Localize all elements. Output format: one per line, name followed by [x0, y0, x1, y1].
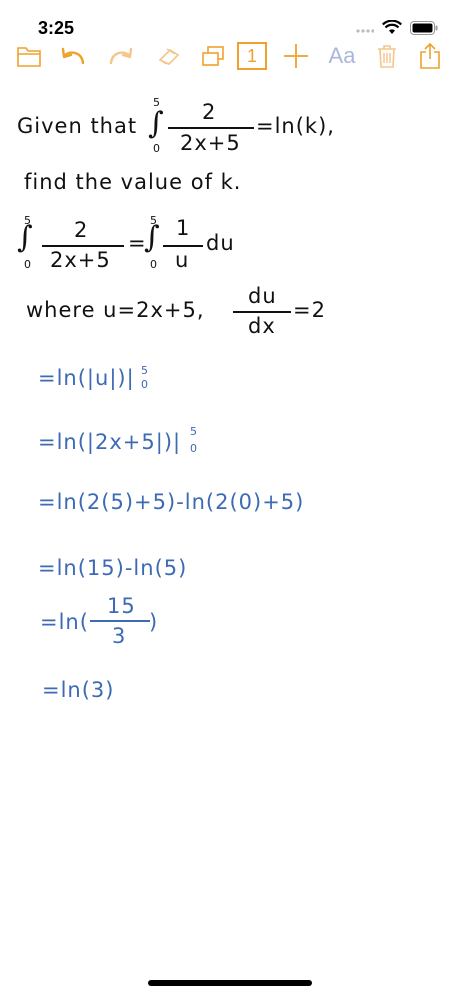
step-2-upper: 5 [190, 425, 197, 438]
int-a-lower: 0 [24, 258, 31, 271]
page-number: 1 [237, 42, 267, 70]
folder-icon [17, 47, 41, 67]
signal-icon [356, 28, 374, 33]
undo-icon [61, 47, 85, 65]
step-1-upper: 5 [141, 364, 148, 377]
delete-button[interactable] [371, 40, 403, 72]
frac-a-line [42, 245, 124, 247]
integral-sign-1: ∫ [148, 106, 164, 141]
pages-icon [202, 46, 224, 66]
page-number-button[interactable]: 1 [236, 40, 268, 72]
du-dx-line [233, 311, 291, 313]
step-1: =ln(|u|)| [38, 366, 135, 390]
trash-icon [378, 45, 396, 68]
equals-two: =2 [293, 298, 326, 322]
step-4: =ln(15)-ln(5) [38, 556, 188, 580]
step-2-lower: 0 [190, 442, 197, 455]
font-label: Aa [328, 43, 356, 68]
step-5-denominator: 3 [112, 624, 127, 648]
battery-icon [410, 20, 438, 35]
wifi-icon [382, 20, 402, 34]
frac-a-denominator: 2x+5 [50, 248, 111, 272]
step-5-line [90, 620, 150, 622]
given-text: Given that [17, 114, 138, 138]
equals-ln-k: =ln(k), [256, 114, 335, 138]
int1-upper: 5 [153, 96, 160, 109]
int-b-upper: 5 [150, 214, 157, 227]
status-icons [356, 20, 438, 35]
undo-button[interactable] [57, 40, 89, 72]
du-numerator: du [248, 284, 277, 308]
share-icon [420, 43, 440, 69]
frac-b-denominator: u [175, 248, 190, 272]
eraser-button[interactable] [153, 40, 185, 72]
plus-icon [284, 44, 308, 68]
step-1-lower: 0 [141, 378, 148, 391]
font-button[interactable]: Aa [325, 40, 359, 72]
frac1-line [168, 127, 254, 129]
add-page-button[interactable] [280, 40, 312, 72]
frac1-numerator: 2 [202, 100, 217, 124]
find-text: find the value of k. [24, 170, 242, 194]
du-text: du [206, 231, 235, 255]
step-6: =ln(3) [42, 678, 115, 702]
redo-button[interactable] [105, 40, 137, 72]
share-button[interactable] [414, 40, 446, 72]
pages-button[interactable] [197, 40, 229, 72]
status-time: 3:25 [38, 18, 75, 38]
int-b-lower: 0 [150, 258, 157, 271]
where-text: where u=2x+5, [26, 298, 205, 322]
step-3: =ln(2(5)+5)-ln(2(0)+5) [38, 490, 305, 514]
step-5-numerator: 15 [107, 594, 136, 618]
frac-b-numerator: 1 [176, 216, 191, 240]
frac1-denominator: 2x+5 [180, 131, 241, 155]
frac-a-numerator: 2 [74, 218, 89, 242]
dx-denominator: dx [248, 314, 276, 338]
step-5-suffix: ) [149, 610, 159, 634]
folder-button[interactable] [13, 40, 45, 72]
step-5-prefix: =ln( [40, 610, 89, 634]
redo-icon [109, 47, 133, 65]
step-2: =ln(|2x+5|)| [38, 430, 182, 454]
home-indicator[interactable] [148, 980, 312, 986]
int1-lower: 0 [153, 142, 160, 155]
eraser-icon [158, 48, 180, 65]
frac-b-line [163, 245, 203, 247]
int-a-upper: 5 [24, 214, 31, 227]
